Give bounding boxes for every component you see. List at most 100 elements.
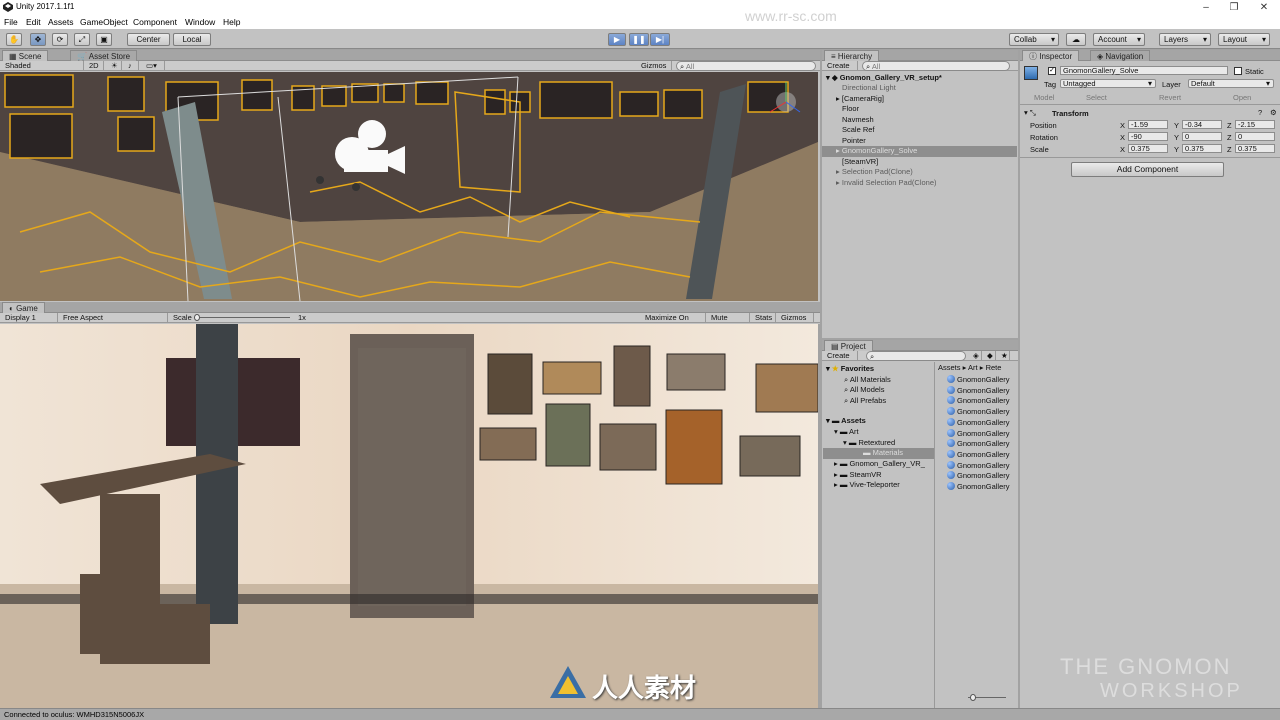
- folder-materials[interactable]: ▬ Materials: [823, 448, 934, 459]
- folder-steamvr[interactable]: ▸ ▬ SteamVR: [834, 470, 882, 481]
- mute-audio-toggle[interactable]: Mute Audio: [708, 313, 750, 332]
- layer-dropdown[interactable]: Default: [1188, 79, 1274, 88]
- hierarchy-item[interactable]: Pointer: [822, 136, 1017, 147]
- menu-help[interactable]: Help: [223, 17, 240, 27]
- crumb-art[interactable]: Art: [968, 363, 978, 372]
- audio-toggle-icon[interactable]: ♪: [125, 61, 139, 71]
- scale-y-field[interactable]: 0.375: [1182, 144, 1222, 153]
- pivot-center-button[interactable]: Center: [127, 33, 170, 46]
- menu-window[interactable]: Window: [185, 17, 215, 27]
- scene-gizmos-dropdown[interactable]: Gizmos: [638, 61, 672, 71]
- menu-gameobject[interactable]: GameObject: [80, 17, 128, 27]
- scale-slider[interactable]: Scale 1x: [170, 313, 310, 323]
- open-button[interactable]: Open: [1233, 93, 1251, 102]
- hierarchy-item[interactable]: Scale Ref: [822, 125, 1017, 136]
- folder-vive-teleporter[interactable]: ▸ ▬ Vive-Teleporter: [834, 480, 900, 491]
- hierarchy-item[interactable]: [SteamVR]: [822, 157, 1017, 168]
- scene-root[interactable]: ▾ ◆ Gnomon_Gallery_VR_setup*: [826, 73, 1021, 84]
- favorite-item[interactable]: ⌕ All Models: [844, 385, 884, 396]
- asset-item[interactable]: GnomonGallery: [947, 449, 1017, 461]
- collab-dropdown[interactable]: Collab: [1009, 33, 1059, 46]
- project-create-dropdown[interactable]: Create: [824, 351, 858, 361]
- layout-dropdown[interactable]: Layout: [1218, 33, 1270, 46]
- shading-dropdown[interactable]: Shaded: [2, 61, 84, 71]
- layers-dropdown[interactable]: Layers: [1159, 33, 1211, 46]
- maximize-button[interactable]: ❐: [1220, 0, 1248, 15]
- favorite-item[interactable]: ⌕ All Materials: [844, 375, 891, 386]
- close-button[interactable]: ✕: [1250, 0, 1278, 15]
- scale-x-field[interactable]: 0.375: [1128, 144, 1168, 153]
- hierarchy-item[interactable]: Navmesh: [822, 115, 1017, 126]
- scale-tool-icon[interactable]: ⤢: [74, 33, 90, 46]
- position-z-field[interactable]: -2.15: [1235, 120, 1275, 129]
- scene-viewport[interactable]: [0, 72, 818, 301]
- assets-folder[interactable]: ▾ ▬ Assets: [826, 416, 866, 427]
- hierarchy-search-input[interactable]: ⌕ All: [862, 61, 1010, 71]
- maximize-on-play-toggle[interactable]: Maximize On Play: [642, 313, 706, 332]
- rect-tool-icon[interactable]: ▣: [96, 33, 112, 46]
- icon-size-handle[interactable]: [970, 694, 976, 701]
- stats-toggle[interactable]: Stats: [752, 313, 776, 323]
- tab-hierarchy[interactable]: ≡ Hierarchy: [824, 50, 880, 61]
- scene-search-input[interactable]: ⌕ All: [676, 61, 816, 71]
- tab-project[interactable]: ▤ Project: [824, 340, 873, 351]
- effects-toggle-icon[interactable]: ▭▾: [143, 61, 165, 71]
- favorite-star-icon[interactable]: ★: [998, 351, 1010, 361]
- filter-type-icon[interactable]: ◈: [970, 351, 982, 361]
- light-toggle-icon[interactable]: ☀: [108, 61, 122, 71]
- tag-dropdown[interactable]: Untagged: [1060, 79, 1156, 88]
- select-button[interactable]: Select: [1086, 93, 1107, 102]
- hierarchy-item[interactable]: ▸ Selection Pad(Clone): [822, 167, 1017, 178]
- cloud-icon[interactable]: ☁: [1066, 33, 1086, 46]
- aspect-dropdown[interactable]: Free Aspect: [60, 313, 168, 323]
- position-y-field[interactable]: -0.34: [1182, 120, 1222, 129]
- hierarchy-item[interactable]: ▸ Invalid Selection Pad(Clone): [822, 178, 1017, 189]
- static-checkbox[interactable]: [1234, 67, 1242, 75]
- pivot-local-button[interactable]: Local: [173, 33, 211, 46]
- add-component-button[interactable]: Add Component: [1071, 162, 1224, 177]
- object-name-field[interactable]: GnomonGallery_Solve: [1060, 66, 1228, 75]
- minimize-button[interactable]: –: [1192, 0, 1220, 15]
- 2d-toggle[interactable]: 2D: [86, 61, 104, 71]
- hierarchy-item[interactable]: Directional Light: [822, 83, 1017, 94]
- scale-z-field[interactable]: 0.375: [1235, 144, 1275, 153]
- asset-item[interactable]: GnomonGallery: [947, 385, 1017, 397]
- crumb-assets[interactable]: Assets: [938, 363, 961, 372]
- hierarchy-item[interactable]: Floor: [822, 104, 1017, 115]
- display-dropdown[interactable]: Display 1: [2, 313, 58, 323]
- menu-file[interactable]: File: [4, 17, 18, 27]
- step-button[interactable]: ▶|: [650, 33, 670, 46]
- pause-button[interactable]: ❚❚: [629, 33, 649, 46]
- rotation-x-field[interactable]: -90: [1128, 132, 1168, 141]
- asset-item[interactable]: GnomonGallery: [947, 428, 1017, 440]
- menu-edit[interactable]: Edit: [26, 17, 41, 27]
- game-viewport[interactable]: [0, 324, 818, 708]
- tab-navigation[interactable]: ◈ Navigation: [1090, 50, 1151, 61]
- asset-item[interactable]: GnomonGallery: [947, 471, 1017, 482]
- filter-label-icon[interactable]: ◆: [984, 351, 996, 361]
- favorite-item[interactable]: ⌕ All Prefabs: [844, 396, 886, 407]
- hierarchy-item-selected[interactable]: ▸ GnomonGallery_Solve: [822, 146, 1017, 157]
- folder-gnomon[interactable]: ▸ ▬ Gnomon_Gallery_VR_: [834, 459, 925, 470]
- asset-item[interactable]: GnomonGallery: [947, 439, 1017, 450]
- asset-item[interactable]: GnomonGallery: [947, 396, 1017, 407]
- hierarchy-item[interactable]: ▸ [CameraRig]: [822, 94, 1017, 105]
- tab-game[interactable]: ◐ Game: [2, 302, 45, 313]
- game-gizmos-dropdown[interactable]: Gizmos: [778, 313, 814, 323]
- asset-item[interactable]: GnomonGallery: [947, 417, 1017, 429]
- transform-foldout[interactable]: ▾ ⤡: [1024, 108, 1036, 118]
- folder-retextured[interactable]: ▾ ▬ Retextured: [843, 438, 895, 449]
- tab-asset-store[interactable]: 🛒 Asset Store: [70, 50, 138, 61]
- asset-item[interactable]: GnomonGallery: [947, 375, 1017, 386]
- tab-scene[interactable]: ▦ Scene: [2, 50, 49, 61]
- scale-handle[interactable]: [194, 314, 200, 321]
- asset-item[interactable]: GnomonGallery: [947, 407, 1017, 418]
- asset-item[interactable]: GnomonGallery: [947, 482, 1017, 493]
- rotate-tool-icon[interactable]: ⟳: [52, 33, 68, 46]
- menu-assets[interactable]: Assets: [48, 17, 74, 27]
- favorites-header[interactable]: ▾ ★ Favorites: [826, 364, 874, 375]
- rotation-y-field[interactable]: 0: [1182, 132, 1222, 141]
- hand-tool-icon[interactable]: ✋: [6, 33, 22, 46]
- account-dropdown[interactable]: Account: [1093, 33, 1145, 46]
- position-x-field[interactable]: -1.59: [1128, 120, 1168, 129]
